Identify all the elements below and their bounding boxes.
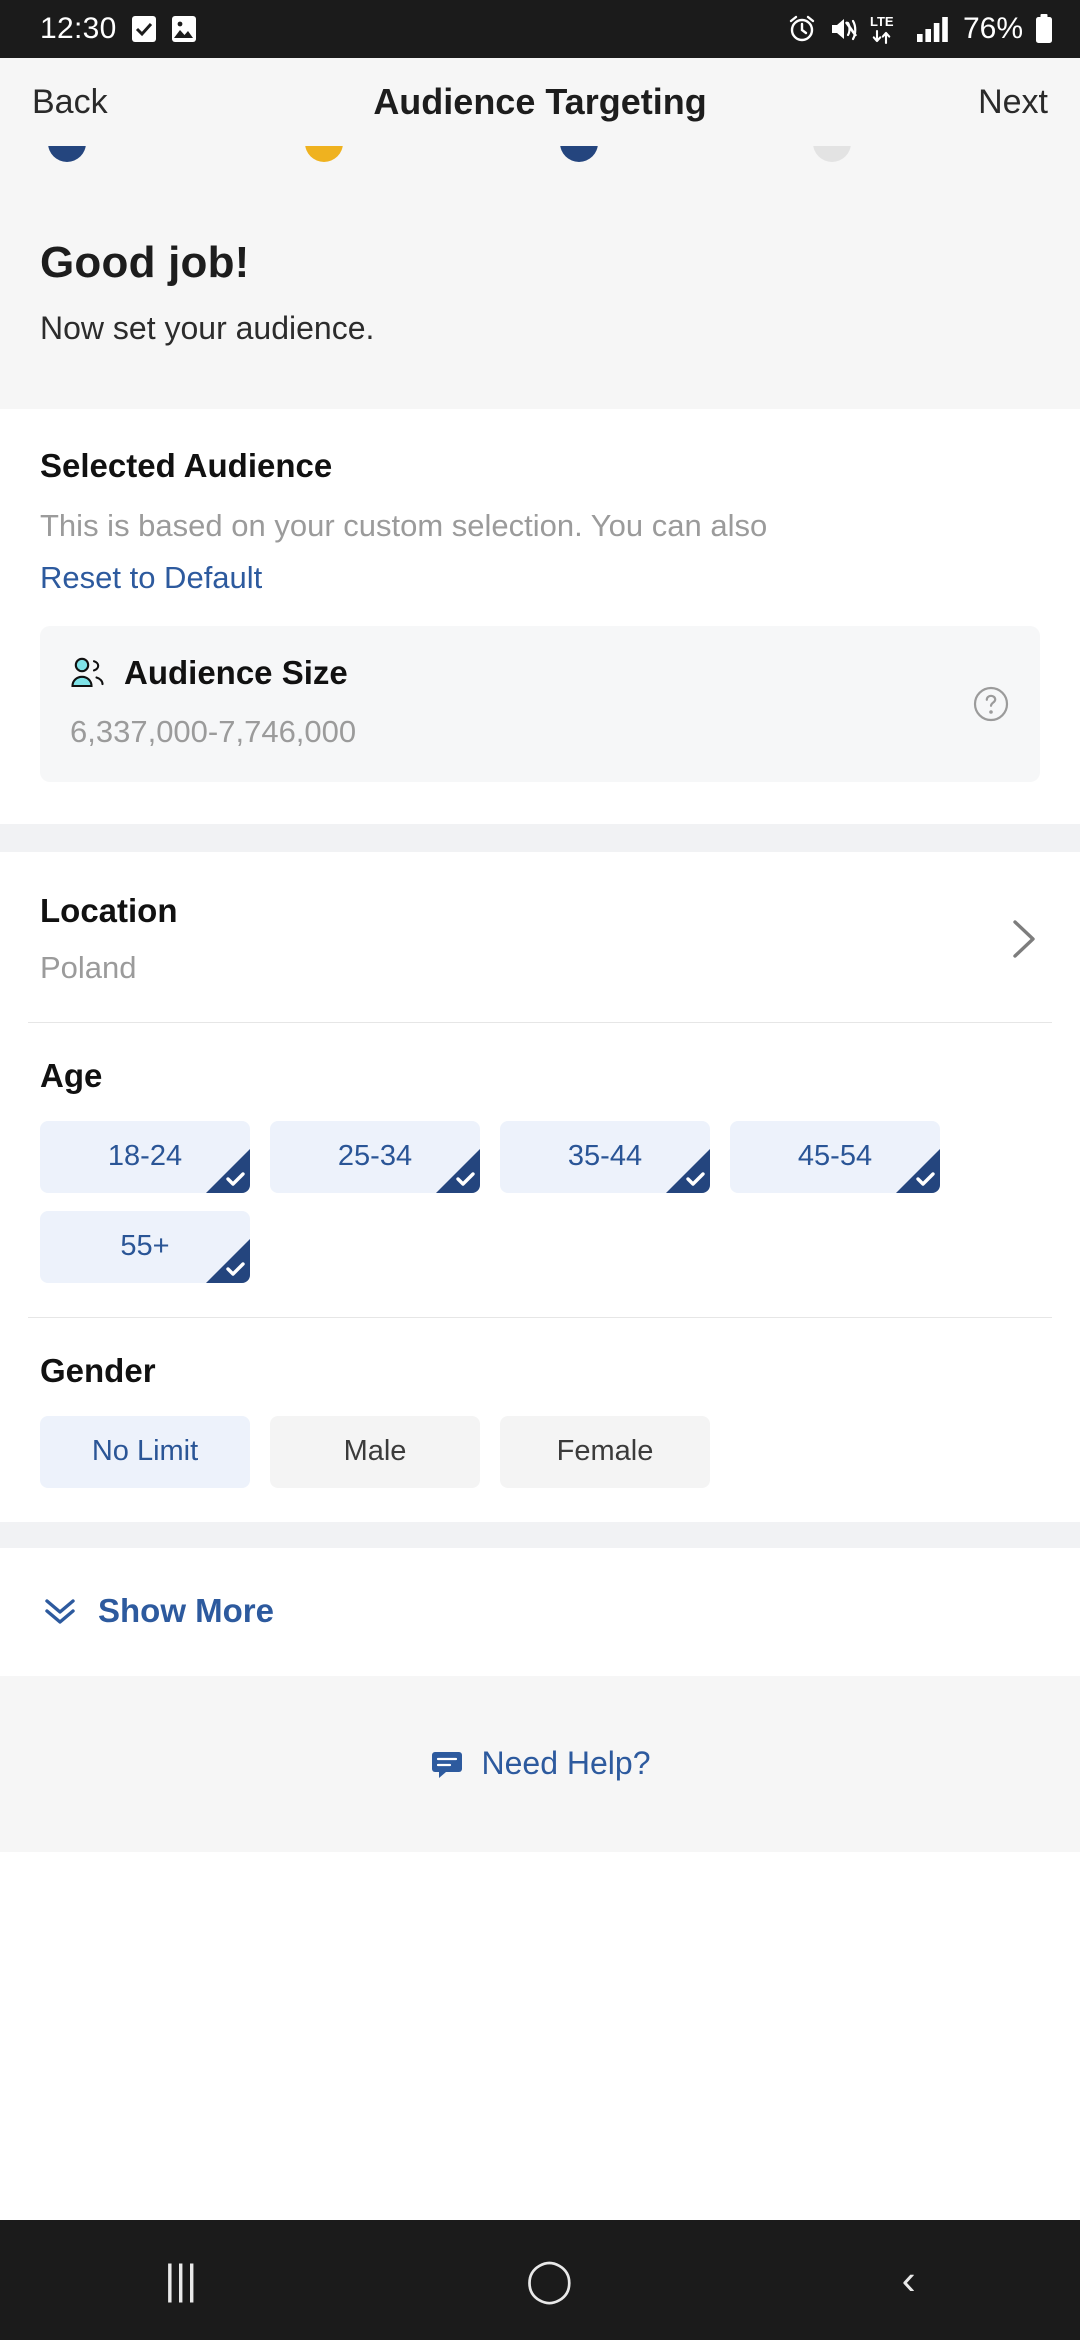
age-chip-label: 18-24 xyxy=(107,1140,183,1173)
phone-screen: 12:30 LTE 76% Back Audience Targeting Ne… xyxy=(0,0,1080,2340)
age-chip-label: 25-34 xyxy=(337,1140,413,1173)
status-bar: 12:30 LTE 76% xyxy=(0,0,1080,58)
step-dot-complete xyxy=(48,146,86,162)
double-chevron-down-icon xyxy=(42,1594,78,1628)
progress-stepper xyxy=(0,146,1080,194)
gender-label: Gender xyxy=(40,1351,156,1389)
image-icon xyxy=(171,14,197,44)
gender-chip-female[interactable]: Female xyxy=(500,1415,710,1488)
status-bar-right: LTE 76% xyxy=(787,12,1054,46)
location-value: Poland xyxy=(40,949,137,985)
age-chip-25-34[interactable]: 25-34 xyxy=(270,1120,480,1193)
hero-title: Good job! xyxy=(40,238,250,287)
show-more-button[interactable]: Show More xyxy=(0,1547,1080,1676)
gender-chip-no-limit[interactable]: No Limit xyxy=(40,1415,250,1488)
location-row[interactable]: Location Poland xyxy=(0,851,1080,1022)
battery-icon xyxy=(1034,13,1054,45)
checkmark-corner-icon xyxy=(896,1148,940,1193)
section-separator xyxy=(0,1521,1080,1548)
svg-text:LTE: LTE xyxy=(870,14,894,29)
checkmark-corner-icon xyxy=(206,1238,250,1283)
checkbox-icon xyxy=(131,14,157,44)
checkmark-corner-icon xyxy=(436,1148,480,1193)
gender-chip-group: No Limit Male Female xyxy=(40,1415,1040,1488)
step-dot-current xyxy=(305,146,343,162)
page-title: Audience Targeting xyxy=(373,81,707,122)
age-chip-55-plus[interactable]: 55+ xyxy=(40,1210,250,1283)
selected-audience-card: Selected Audience This is based on your … xyxy=(0,409,1080,824)
gender-chip-label: Female xyxy=(556,1435,654,1468)
selected-audience-description: This is based on your custom selection. … xyxy=(40,508,768,543)
age-chip-18-24[interactable]: 18-24 xyxy=(40,1120,250,1193)
lte-icon: LTE xyxy=(869,13,905,45)
chat-bubble-icon xyxy=(430,1749,464,1779)
gender-chip-label: Male xyxy=(343,1435,407,1468)
age-chip-label: 35-44 xyxy=(567,1140,643,1173)
alarm-icon xyxy=(787,14,817,44)
age-chip-label: 45-54 xyxy=(797,1140,873,1173)
signal-bars-icon xyxy=(916,14,950,44)
gender-chip-label: No Limit xyxy=(91,1435,199,1468)
age-chip-label: 55+ xyxy=(120,1230,170,1263)
home-button[interactable]: ◯ xyxy=(526,2259,573,2301)
system-back-button[interactable]: ‹ xyxy=(902,2259,916,2301)
need-help-band: Need Help? xyxy=(0,1675,1080,1852)
audience-size-value: 6,337,000-7,746,000 xyxy=(70,713,357,749)
checkmark-corner-icon xyxy=(206,1148,250,1193)
battery-percent-label: 76% xyxy=(962,12,1023,45)
step-dot-upcoming xyxy=(813,146,851,162)
people-icon xyxy=(70,656,108,690)
audience-size-label: Audience Size xyxy=(124,653,348,691)
show-more-label: Show More xyxy=(98,1591,275,1629)
location-label: Location xyxy=(40,891,178,929)
audience-size-box: Audience Size 6,337,000-7,746,000 xyxy=(40,625,1040,782)
app-header: Back Audience Targeting Next xyxy=(0,58,1080,146)
audience-size-header: Audience Size xyxy=(70,654,1010,692)
mute-vibrate-icon xyxy=(828,14,858,44)
stepper-step-4[interactable] xyxy=(801,146,1054,162)
checkmark-corner-icon xyxy=(666,1148,710,1193)
status-bar-left: 12:30 xyxy=(40,12,197,46)
stepper-step-2[interactable] xyxy=(289,146,546,162)
stepper-step-1[interactable] xyxy=(26,146,289,162)
recents-button[interactable]: ||| xyxy=(164,2259,197,2301)
age-chip-45-54[interactable]: 45-54 xyxy=(730,1120,940,1193)
stepper-step-3[interactable] xyxy=(546,146,801,162)
status-bar-clock: 12:30 xyxy=(40,12,117,45)
question-circle-icon[interactable] xyxy=(972,685,1010,723)
location-text-group: Location Poland xyxy=(40,892,178,986)
need-help-link[interactable]: Need Help? xyxy=(482,1745,651,1782)
age-chip-group: 18-24 25-34 35-44 45-54 55+ xyxy=(40,1120,1040,1283)
age-chip-35-44[interactable]: 35-44 xyxy=(500,1120,710,1193)
chevron-right-icon[interactable] xyxy=(1006,917,1040,961)
next-button[interactable]: Next xyxy=(848,83,1048,122)
step-dot-complete xyxy=(560,146,598,162)
gender-section: Gender No Limit Male Female xyxy=(0,1317,1080,1522)
gender-chip-male[interactable]: Male xyxy=(270,1415,480,1488)
back-button[interactable]: Back xyxy=(32,83,232,122)
section-separator xyxy=(0,823,1080,852)
reset-to-default-link[interactable]: Reset to Default xyxy=(40,560,262,596)
age-section: Age 18-24 25-34 35-44 45-54 55+ xyxy=(0,1022,1080,1317)
hero-subtitle: Now set your audience. xyxy=(40,310,375,346)
age-label: Age xyxy=(40,1056,103,1094)
hero-section: Good job! Now set your audience. xyxy=(0,194,1080,409)
android-navigation-bar: ||| ◯ ‹ xyxy=(0,2220,1080,2340)
selected-audience-title: Selected Audience xyxy=(40,447,333,484)
